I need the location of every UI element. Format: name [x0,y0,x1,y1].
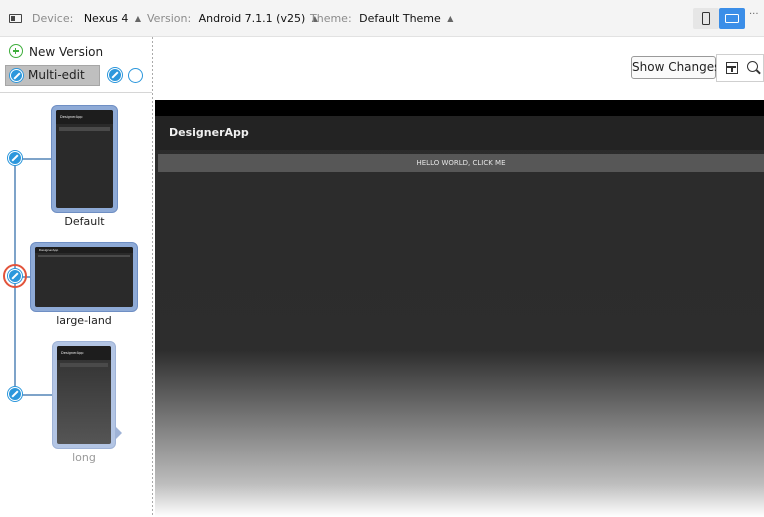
portrait-button[interactable] [693,8,719,29]
version-label: Version: [147,12,192,25]
version-thumbnail-default[interactable]: DesignerApp [51,105,118,213]
more-options-icon[interactable]: ··· [749,9,759,20]
device-preview[interactable]: DesignerApp HELLO WORLD, CLICK ME [155,100,764,517]
expand-arrow-icon [116,427,122,439]
multi-edit-button[interactable]: Multi-edit [5,65,100,86]
landscape-icon [725,14,739,23]
thumbnail-button [59,127,110,131]
thumbnail-app-title: DesignerApp [60,115,83,119]
device-label: Device: [32,12,74,25]
version-thumbnail-long[interactable]: DesignerApp [52,341,116,449]
version-caption-default: Default [64,215,105,228]
thumbnail-button [38,255,130,257]
edit-all-pencil-icon[interactable] [108,68,122,82]
pencil-icon [10,69,23,82]
portrait-icon [702,12,710,25]
multi-edit-label: Multi-edit [28,68,85,82]
hello-world-button[interactable]: HELLO WORLD, CLICK ME [158,154,764,172]
version-caption-large-land: large-land [56,314,112,327]
version-caption-long: long [72,451,96,464]
thumbnail-app-title: DesignerApp [61,351,84,355]
new-version-label: New Version [29,45,104,59]
status-bar [155,100,764,116]
theme-value: Default Theme [359,12,441,25]
top-toolbar: Device: Nexus 4 ▲︎ Version: Android 7.1.… [0,0,764,37]
edit-default-pencil-icon[interactable] [8,151,22,165]
thumbnail-screen: DesignerApp [56,110,113,208]
app-bar[interactable]: DesignerApp [155,116,764,150]
landscape-button[interactable] [719,8,745,29]
panel-divider [0,92,152,93]
zoom-icon[interactable] [747,61,758,72]
design-canvas: Show Changes DesignerApp HELLO WORLD, CL… [153,37,764,517]
select-all-circle-icon[interactable] [128,68,143,83]
thumbnail-button [60,363,108,367]
canvas-tools [716,54,764,82]
theme-selector[interactable]: Theme: Default Theme ▲︎ [310,12,453,26]
versions-panel: New Version Multi-edit DesignerApp Defau… [0,37,152,517]
device-value: Nexus 4 [83,12,129,25]
app-title: DesignerApp [169,126,249,139]
thumbnail-app-title: DesignerApp [39,248,59,252]
edit-long-pencil-icon[interactable] [8,387,22,401]
version-value: Android 7.1.1 (v25) [198,12,306,25]
device-icon [9,14,22,23]
theme-label: Theme: [310,12,352,25]
canvas-header: Show Changes [153,37,764,100]
thumbnail-screen: DesignerApp [35,247,133,307]
thumbnail-screen: DesignerApp [57,346,111,444]
edit-large-land-pencil-icon[interactable] [3,264,27,288]
version-selector[interactable]: Version: Android 7.1.1 (v25) ▲︎ [147,12,318,26]
new-version-button[interactable]: New Version [9,44,103,59]
layout-icon[interactable] [726,62,738,74]
theme-chevron-icon: ▲︎ [447,14,454,23]
device-chevron-icon: ▲︎ [134,14,141,23]
version-thumbnail-large-land[interactable]: DesignerApp [30,242,138,312]
device-selector[interactable]: Device: Nexus 4 ▲︎ [32,12,141,26]
show-changes-button[interactable]: Show Changes [631,56,720,79]
add-icon [9,44,23,58]
